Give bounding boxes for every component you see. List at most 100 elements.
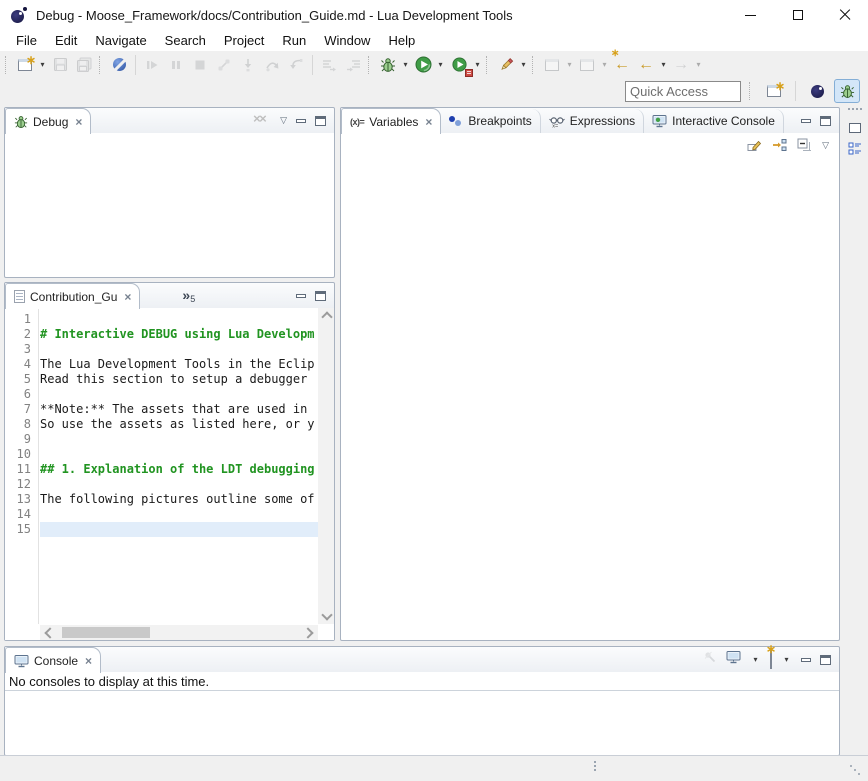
editor-line-5[interactable]: Read this section to setup a debugger <box>40 372 318 387</box>
skip-all-breakpoints-button[interactable] <box>107 54 131 76</box>
menu-navigate[interactable]: Navigate <box>86 31 155 50</box>
maximize-view-button[interactable] <box>315 116 326 126</box>
forward-button[interactable]: → <box>669 54 693 76</box>
minimize-console-button[interactable] <box>801 658 811 662</box>
open-perspective-button[interactable] <box>762 80 786 102</box>
tab-debug[interactable]: Debug × <box>5 108 91 134</box>
restore-view-icon[interactable] <box>849 123 861 133</box>
menu-project[interactable]: Project <box>215 31 273 50</box>
menu-file[interactable]: File <box>7 31 46 50</box>
menu-run[interactable]: Run <box>273 31 315 50</box>
run-last-button[interactable] <box>446 54 472 76</box>
minimize-window-button[interactable] <box>727 0 774 30</box>
step-into-button[interactable] <box>236 54 260 76</box>
open-console-button[interactable] <box>770 651 772 669</box>
quick-access-input[interactable] <box>625 81 741 102</box>
new-dropdown[interactable]: ▾ <box>37 54 48 76</box>
previous-annotation-dropdown[interactable]: ▾ <box>599 54 610 76</box>
editor-line-7[interactable]: **Note:** The assets that are used in <box>40 402 318 417</box>
last-edit-location-button[interactable]: ← <box>610 54 634 76</box>
debug-perspective-button[interactable] <box>834 79 860 103</box>
change-variable-value-icon[interactable] <box>747 138 762 152</box>
menu-help[interactable]: Help <box>379 31 424 50</box>
terminate-button[interactable] <box>188 54 212 76</box>
step-return-button[interactable] <box>284 54 308 76</box>
resume-button[interactable] <box>140 54 164 76</box>
editor-line-8[interactable]: So use the assets as listed here, or y <box>40 417 318 432</box>
menu-window[interactable]: Window <box>315 31 379 50</box>
save-button[interactable] <box>48 54 72 76</box>
new-button[interactable] <box>13 54 37 76</box>
tab-console[interactable]: Console × <box>5 647 101 673</box>
drop-to-frame-button[interactable] <box>341 54 365 76</box>
scroll-left-icon[interactable] <box>44 627 55 638</box>
editor-line-1[interactable] <box>40 312 318 327</box>
pin-console-button[interactable] <box>703 650 717 669</box>
maximize-console-button[interactable] <box>820 655 831 665</box>
scroll-down-icon[interactable] <box>321 609 332 620</box>
minimize-view-button[interactable] <box>296 119 306 123</box>
minimize-editor-button[interactable] <box>296 294 306 298</box>
editor-line-3[interactable] <box>40 342 318 357</box>
lua-perspective-button[interactable] <box>805 80 829 102</box>
strip-handle[interactable] <box>848 108 862 110</box>
next-annotation-dropdown[interactable]: ▾ <box>564 54 575 76</box>
back-dropdown[interactable]: ▾ <box>658 54 669 76</box>
editor-horizontal-scrollbar[interactable] <box>40 625 318 640</box>
hidden-editors-chevron[interactable]: »5 <box>182 288 195 304</box>
maximize-variables-button[interactable] <box>820 116 831 126</box>
menu-edit[interactable]: Edit <box>46 31 86 50</box>
run-button[interactable] <box>411 54 435 76</box>
remove-all-terminated-button[interactable]: ×× <box>253 114 271 127</box>
maximize-window-button[interactable] <box>774 0 821 30</box>
previous-annotation-button[interactable] <box>575 54 599 76</box>
debug-dropdown[interactable]: ▾ <box>400 54 411 76</box>
tab-variables[interactable]: (x)= Variables × <box>341 108 441 134</box>
run-last-dropdown[interactable]: ▾ <box>472 54 483 76</box>
menu-search[interactable]: Search <box>156 31 215 50</box>
suspend-button[interactable] <box>164 54 188 76</box>
display-console-dropdown[interactable]: ▾ <box>750 649 761 671</box>
editor-line-15[interactable] <box>40 522 318 537</box>
editor-line-12[interactable] <box>40 477 318 492</box>
editor-line-4[interactable]: The Lua Development Tools in the Eclip <box>40 357 318 372</box>
view-menu-icon[interactable]: ▽ <box>280 116 287 125</box>
run-dropdown[interactable]: ▾ <box>435 54 446 76</box>
editor-line-11[interactable]: ## 1. Explanation of the LDT debugging <box>40 462 318 477</box>
maximize-editor-button[interactable] <box>315 291 326 301</box>
tab-breakpoints[interactable]: Breakpoints <box>441 109 540 133</box>
tab-expressions[interactable]: x= Expressions <box>541 109 644 133</box>
editor-text[interactable]: # Interactive DEBUG using Lua Developm Th… <box>40 308 318 624</box>
scroll-up-icon[interactable] <box>321 311 332 322</box>
resize-grip[interactable] <box>850 765 852 767</box>
use-step-filters-button[interactable] <box>317 54 341 76</box>
save-all-button[interactable] <box>72 54 96 76</box>
editor-vertical-scrollbar[interactable] <box>318 308 334 624</box>
show-logical-structures-icon[interactable] <box>772 138 787 152</box>
disconnect-button[interactable] <box>212 54 236 76</box>
debug-button[interactable] <box>376 54 400 76</box>
close-debug-view-icon[interactable]: × <box>75 116 82 128</box>
sash-handle[interactable] <box>594 761 596 763</box>
hscroll-thumb[interactable] <box>62 627 150 638</box>
scroll-right-icon[interactable] <box>302 627 313 638</box>
tab-interactive-console[interactable]: Interactive Console <box>644 109 784 133</box>
close-editor-icon[interactable]: × <box>124 291 131 303</box>
open-console-dropdown[interactable]: ▾ <box>781 649 792 671</box>
editor-line-13[interactable]: The following pictures outline some of <box>40 492 318 507</box>
editor-body[interactable]: 123456789101112131415 # Interactive DEBU… <box>5 308 334 640</box>
editor-line-10[interactable] <box>40 447 318 462</box>
external-tools-button[interactable] <box>494 54 518 76</box>
collapse-all-icon[interactable] <box>797 138 812 152</box>
step-over-button[interactable] <box>260 54 284 76</box>
editor-line-2[interactable]: # Interactive DEBUG using Lua Developm <box>40 327 318 342</box>
close-variables-icon[interactable]: × <box>425 116 432 128</box>
minimize-variables-button[interactable] <box>801 119 811 123</box>
editor-line-9[interactable] <box>40 432 318 447</box>
back-button[interactable]: ← <box>634 54 658 76</box>
close-console-icon[interactable]: × <box>85 655 92 667</box>
editor-line-6[interactable] <box>40 387 318 402</box>
display-selected-console-button[interactable] <box>726 650 741 669</box>
forward-dropdown[interactable]: ▾ <box>693 54 704 76</box>
next-annotation-button[interactable] <box>540 54 564 76</box>
